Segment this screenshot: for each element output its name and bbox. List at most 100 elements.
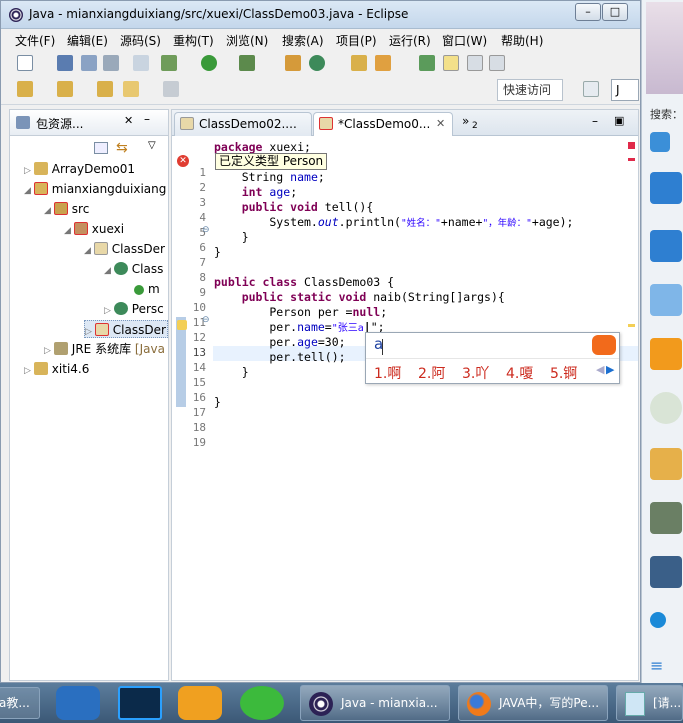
code-line[interactable]: } [214, 230, 249, 245]
ime-candidate-1[interactable]: 1.啊 [374, 363, 401, 383]
ime-candidate-2[interactable]: 2.阿 [418, 363, 445, 383]
tree-src-folder[interactable]: ◢ src [44, 200, 89, 218]
print-icon[interactable] [103, 55, 119, 71]
ime-next-page-icon[interactable]: ▶ [606, 363, 614, 376]
overview-warning-marker[interactable] [628, 324, 635, 327]
search-icon[interactable] [375, 55, 391, 71]
ime-candidate-5[interactable]: 5.锕 [550, 363, 577, 383]
menu-navigate[interactable]: 浏览(N) [226, 32, 268, 49]
volume-app-icon[interactable] [650, 338, 682, 370]
quick-access-field[interactable]: 快速访问 [497, 79, 563, 101]
code-line[interactable]: public static void naib(String[]args){ [214, 290, 505, 305]
overview-error-marker[interactable] [628, 158, 635, 161]
tree-package-xuexi[interactable]: ◢ xuexi [64, 220, 124, 238]
photo-thumbnail[interactable] [650, 502, 682, 534]
menu-file[interactable]: 文件(F) [15, 32, 55, 49]
tree-project-arraydemo01[interactable]: ▷ ArrayDemo01 [24, 160, 135, 178]
code-line[interactable]: } [214, 365, 249, 380]
new-java-project-icon[interactable] [285, 55, 301, 71]
uc-browser-icon[interactable] [178, 686, 222, 720]
code-line[interactable]: per.tell(); [214, 350, 345, 365]
taskbar-window-firefox[interactable]: JAVA中，写的Pe... [458, 685, 608, 721]
minimize-view-icon[interactable]: – [144, 112, 150, 126]
code-line[interactable]: System.out.println("姓名："+name+"，年龄："+age… [214, 215, 573, 230]
code-line[interactable]: per.name="张三a|"; [214, 320, 384, 335]
menu-source[interactable]: 源码(S) [120, 32, 161, 49]
code-line[interactable]: int age; [214, 185, 297, 200]
forward-icon[interactable] [163, 81, 179, 97]
code-line[interactable]: String name; [214, 170, 325, 185]
close-icon[interactable]: ✕ [436, 113, 445, 135]
tablet-app-icon[interactable] [650, 230, 682, 262]
code-line[interactable]: public class ClassDemo03 { [214, 275, 394, 290]
code-line[interactable]: per.age=30; [214, 335, 345, 350]
wechat-icon[interactable] [240, 686, 284, 720]
collapse-all-icon[interactable] [94, 142, 108, 154]
phone-app-icon[interactable] [650, 172, 682, 204]
menu-edit[interactable]: 编辑(E) [67, 32, 108, 49]
browser-icon[interactable] [650, 612, 666, 628]
save-icon[interactable] [57, 55, 73, 71]
menu-project[interactable]: 项目(P) [336, 32, 377, 49]
save-all-icon[interactable] [81, 55, 97, 71]
school-badge-icon[interactable] [650, 392, 682, 424]
view-menu-icon[interactable]: ▽ [148, 140, 156, 151]
code-line[interactable]: Person per =null; [214, 305, 387, 320]
minimize-button[interactable]: – [575, 3, 601, 21]
java-perspective-button[interactable]: J [611, 79, 639, 101]
minimize-editor-icon[interactable]: – [592, 114, 598, 128]
tree-person-class[interactable]: ▷ Persc [104, 300, 164, 318]
photoshop-icon[interactable] [118, 686, 162, 720]
baidu-cloud-icon[interactable] [56, 686, 100, 720]
tab-classdemo03[interactable]: *ClassDemo0... ✕ [313, 112, 453, 136]
external-tools-icon[interactable] [239, 55, 255, 71]
ime-prev-page-icon[interactable]: ◀ [596, 363, 604, 376]
new-class-icon[interactable] [309, 55, 325, 71]
taskbar-window-eclipse[interactable]: Java - mianxia... [300, 685, 450, 721]
tree-class-node[interactable]: ◢ Class [104, 260, 163, 278]
menu-icon[interactable]: ≡ [650, 656, 663, 675]
taskbar-window-notepad[interactable]: [请... [616, 685, 683, 721]
new-icon[interactable] [17, 55, 33, 71]
menu-window[interactable]: 窗口(W) [442, 32, 487, 49]
open-perspective-icon[interactable] [583, 81, 599, 97]
fold-icon[interactable]: ⊖ [202, 225, 210, 235]
last-edit-icon[interactable] [17, 81, 33, 97]
package-explorer-tab[interactable]: 包资源... ✕ – [10, 110, 168, 136]
folder-app-icon[interactable] [650, 448, 682, 480]
tree-file-classdemo03[interactable]: ▷ ClassDer [84, 320, 168, 338]
tab-overflow-icon[interactable]: » [462, 114, 469, 128]
tree-project-xiti46[interactable]: ▷ xiti4.6 [24, 360, 89, 378]
maximize-button[interactable]: □ [602, 3, 628, 21]
code-line[interactable]: public void tell(){ [214, 200, 374, 215]
menu-help[interactable]: 帮助(H) [501, 32, 543, 49]
debug-icon[interactable] [161, 55, 177, 71]
code-line[interactable]: } [214, 245, 221, 260]
tab-classdemo02[interactable]: ClassDemo02.... [174, 112, 312, 136]
contacts-app-icon[interactable] [650, 284, 682, 316]
toggle-mark-occurrences-icon[interactable] [443, 55, 459, 71]
photo-thumbnail[interactable] [650, 556, 682, 588]
taskbar-window-left[interactable]: a教... [0, 687, 40, 719]
ime-candidate-4[interactable]: 4.嗄 [506, 363, 533, 383]
tab-overflow-count[interactable]: 2 [472, 121, 478, 131]
menu-search[interactable]: 搜索(A) [282, 32, 324, 49]
next-icon[interactable] [97, 81, 113, 97]
link-editor-icon[interactable]: ⇆ [116, 140, 128, 156]
run-icon[interactable] [201, 55, 217, 71]
tree-file-classdemo02[interactable]: ◢ ClassDer [84, 240, 165, 258]
tree-project-mianxiangduixiang[interactable]: ◢ mianxiangduixiang [24, 180, 166, 198]
tree-jre-library[interactable]: ▷ JRE 系统库 [Java [44, 340, 165, 358]
block-selection-icon[interactable] [467, 55, 483, 71]
show-whitespace-icon[interactable] [489, 55, 505, 71]
open-type-icon[interactable] [351, 55, 367, 71]
ime-candidate-3[interactable]: 3.吖 [462, 363, 489, 383]
maximize-editor-icon[interactable]: ▣ [614, 114, 624, 127]
skip-breakpoints-icon[interactable] [133, 55, 149, 71]
tree-method-node[interactable]: m [134, 280, 160, 298]
menu-run[interactable]: 运行(R) [389, 32, 431, 49]
menu-refactor[interactable]: 重构(T) [173, 32, 214, 49]
overview-error-icon[interactable] [628, 142, 635, 149]
code-line[interactable]: } [214, 395, 221, 410]
close-icon[interactable]: ✕ [124, 114, 133, 127]
